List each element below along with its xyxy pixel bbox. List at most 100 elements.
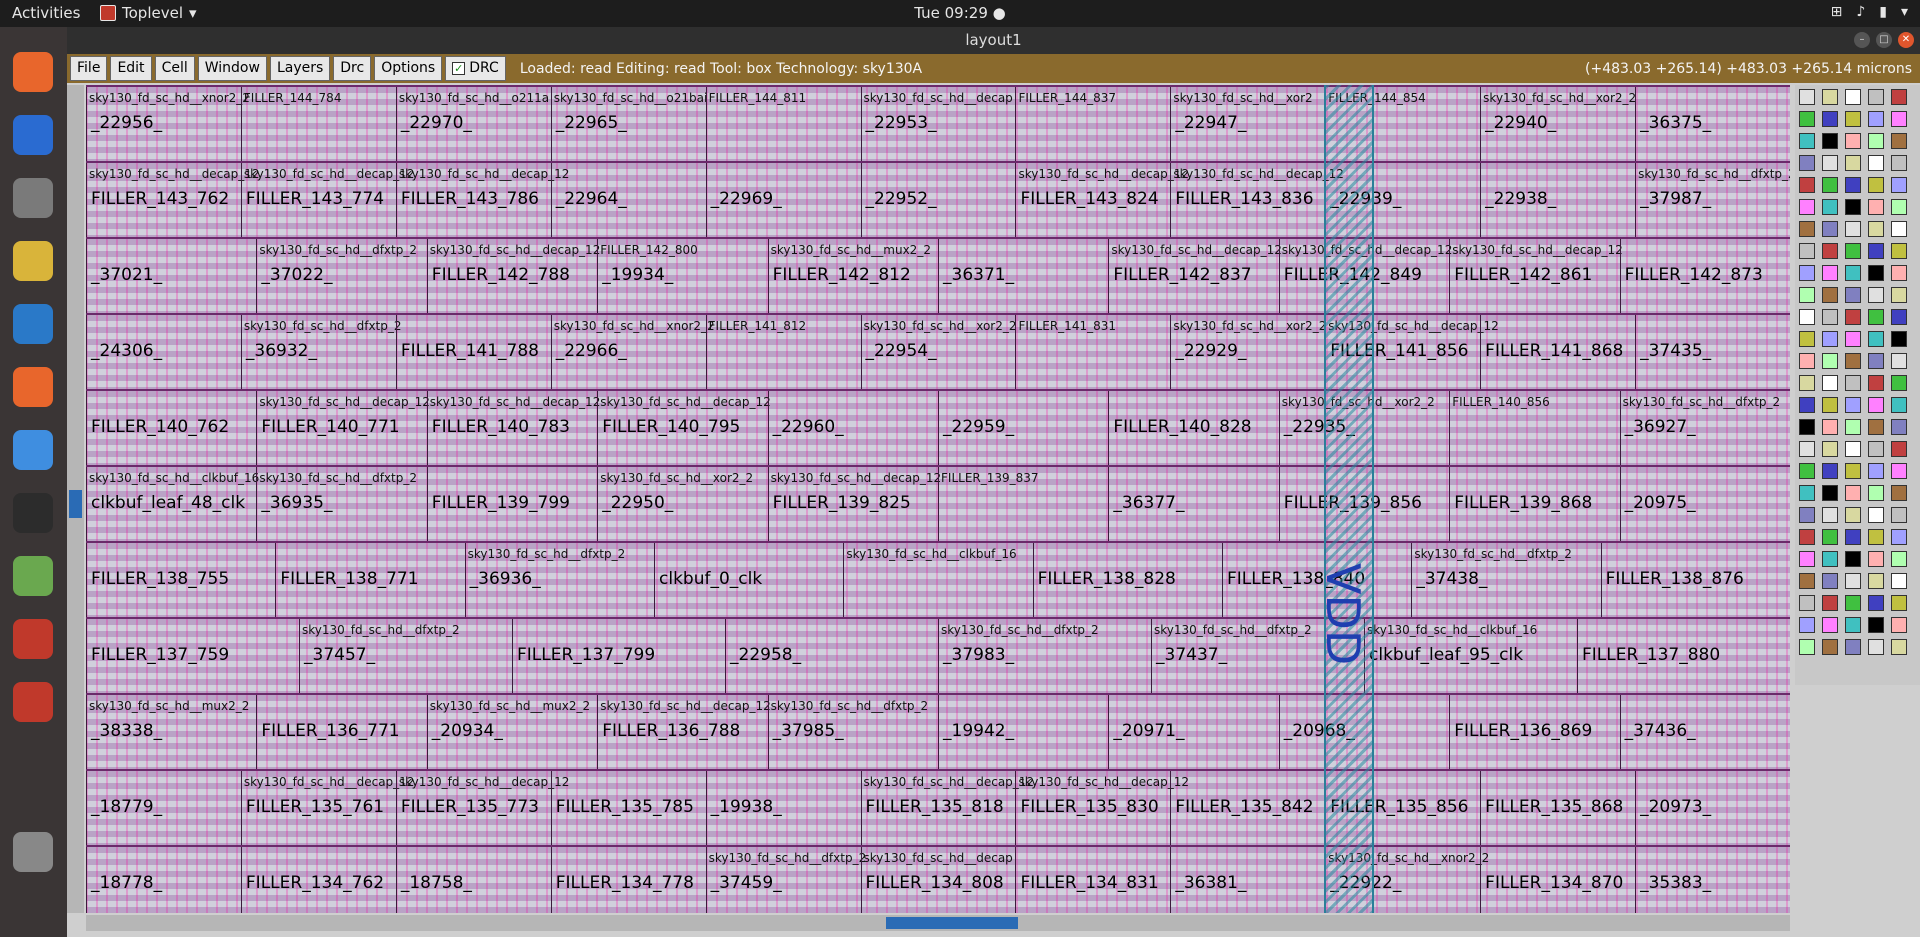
layer-swatch[interactable] [1868, 243, 1884, 259]
standard-cell[interactable]: _22959_ [938, 391, 1108, 469]
dock-item[interactable] [8, 425, 58, 475]
standard-cell[interactable]: FILLER_135_785 [550, 771, 706, 849]
layer-swatch[interactable] [1845, 155, 1861, 171]
standard-cell[interactable]: sky130_fd_sc_hd__decap _22953_ [860, 87, 1016, 165]
vertical-scroll-thumb[interactable] [69, 490, 82, 518]
layer-swatch[interactable] [1845, 375, 1861, 391]
layer-swatch[interactable] [1891, 639, 1907, 655]
standard-cell[interactable]: sky130_fd_sc_hd__decap_12 FILLER_140_795 [597, 391, 771, 469]
layer-swatch[interactable] [1822, 199, 1838, 215]
standard-cell[interactable]: sky130_fd_sc_hd__decap_12 FILLER_142_861 [1449, 239, 1623, 317]
drc-toggle[interactable]: ✓ DRC [445, 56, 506, 81]
layer-swatch[interactable] [1845, 573, 1861, 589]
layer-swatch[interactable] [1799, 177, 1815, 193]
layer-swatch[interactable] [1845, 331, 1861, 347]
standard-cell[interactable]: _19942_ [938, 695, 1108, 773]
dock-item[interactable] [8, 551, 58, 601]
standard-cell[interactable]: sky130_fd_sc_hd__xor2_2 _22950_ [597, 467, 767, 545]
standard-cell[interactable]: sky130_fd_sc_hd__decap_12 FILLER_135_830 [1015, 771, 1189, 849]
standard-cell[interactable]: FILLER_137_759 [86, 619, 299, 697]
layer-swatch[interactable] [1845, 397, 1861, 413]
layer-swatch[interactable] [1845, 287, 1861, 303]
standard-cell[interactable]: _22958_ [725, 619, 938, 697]
layer-swatch[interactable] [1845, 89, 1861, 105]
horizontal-scrollbar[interactable] [86, 915, 1790, 931]
layer-swatch[interactable] [1891, 397, 1907, 413]
standard-cell[interactable]: FILLER_136_771 [256, 695, 426, 773]
layer-swatch[interactable] [1891, 199, 1907, 215]
standard-cell[interactable]: sky130_fd_sc_hd__dfxtp_2 _37985_ [767, 695, 938, 773]
layer-swatch[interactable] [1891, 441, 1907, 457]
standard-cell[interactable]: _20971_ [1108, 695, 1278, 773]
standard-cell[interactable]: FILLER_141_868 [1480, 315, 1635, 393]
layer-swatch[interactable] [1845, 595, 1861, 611]
layer-swatch[interactable] [1891, 595, 1907, 611]
layer-swatch[interactable] [1868, 309, 1884, 325]
standard-cell[interactable]: FILLER_142_873 [1619, 239, 1790, 317]
layer-swatch[interactable] [1799, 419, 1815, 435]
menu-window[interactable]: Window [197, 56, 267, 81]
layer-swatch[interactable] [1822, 595, 1838, 611]
layer-swatch[interactable] [1822, 419, 1838, 435]
layer-swatch[interactable] [1868, 287, 1884, 303]
standard-cell[interactable]: _20973_ [1635, 771, 1790, 849]
layer-swatch[interactable] [1868, 133, 1884, 149]
layer-swatch[interactable] [1799, 309, 1815, 325]
menu-layers[interactable]: Layers [269, 56, 331, 81]
layer-swatch[interactable] [1891, 309, 1907, 325]
standard-cell[interactable]: sky130_fd_sc_hd__decap_12 FILLER_135_773 [395, 771, 569, 849]
standard-cell[interactable]: sky130_fd_sc_hd__xor2_2 _22954_ [860, 315, 1017, 393]
layer-swatch[interactable] [1822, 375, 1838, 391]
layer-swatch[interactable] [1891, 155, 1907, 171]
layer-swatch[interactable] [1845, 441, 1861, 457]
layer-swatch[interactable] [1868, 155, 1884, 171]
layer-swatch[interactable] [1868, 551, 1884, 567]
standard-cell[interactable]: FILLER_144_837 [1015, 87, 1170, 165]
layer-swatch[interactable] [1799, 573, 1815, 589]
layer-swatch[interactable] [1799, 639, 1815, 655]
window-titlebar[interactable]: layout1 – □ ✕ [67, 27, 1920, 54]
maximize-button[interactable]: □ [1876, 32, 1892, 48]
layer-swatch[interactable] [1822, 529, 1838, 545]
standard-cell[interactable]: sky130_fd_sc_hd__dfxtp_2 _37983_ [938, 619, 1151, 697]
layer-swatch[interactable] [1799, 485, 1815, 501]
standard-cell[interactable]: _35383_ [1635, 847, 1790, 913]
layer-swatch[interactable] [1891, 463, 1907, 479]
layer-swatch[interactable] [1845, 353, 1861, 369]
dock-item[interactable] [8, 677, 58, 727]
standard-cell[interactable]: _37436_ [1619, 695, 1790, 773]
layer-swatch[interactable] [1868, 265, 1884, 281]
layer-swatch[interactable] [1799, 397, 1815, 413]
standard-cell[interactable]: sky130_fd_sc_hd__xor2_2 _22929_ [1170, 315, 1326, 393]
layer-swatch[interactable] [1868, 177, 1884, 193]
layer-swatch[interactable] [1891, 529, 1907, 545]
layer-swatch[interactable] [1845, 617, 1861, 633]
layer-swatch[interactable] [1891, 617, 1907, 633]
standard-cell[interactable]: sky130_fd_sc_hd__decap_12 FILLER_142_788 [426, 239, 600, 317]
layer-swatch[interactable] [1822, 551, 1838, 567]
standard-cell[interactable]: sky130_fd_sc_hd__xor2 _22947_ [1170, 87, 1325, 165]
standard-cell[interactable]: _18779_ [86, 771, 241, 849]
standard-cell[interactable]: clkbuf_0_clk [654, 543, 843, 621]
standard-cell[interactable]: FILLER_134_778 [550, 847, 706, 913]
layer-swatch[interactable] [1868, 595, 1884, 611]
layer-swatch[interactable] [1822, 331, 1838, 347]
standard-cell[interactable]: _18758_ [395, 847, 551, 913]
layer-swatch[interactable] [1799, 353, 1815, 369]
layer-swatch[interactable] [1868, 573, 1884, 589]
layer-swatch[interactable] [1891, 551, 1907, 567]
standard-cell[interactable]: _18778_ [86, 847, 241, 913]
standard-cell[interactable]: _37021_ [86, 239, 256, 317]
layer-swatch[interactable] [1822, 221, 1838, 237]
layer-swatch[interactable] [1845, 243, 1861, 259]
layer-swatch[interactable] [1891, 177, 1907, 193]
layout-canvas[interactable]: sky130_fd_sc_hd__xnor2_2 _22956_ FILLER_14… [86, 85, 1790, 913]
layer-swatch[interactable] [1822, 441, 1838, 457]
layer-swatch[interactable] [1868, 617, 1884, 633]
dock-item[interactable] [8, 614, 58, 664]
layer-swatch[interactable] [1822, 507, 1838, 523]
minimize-button[interactable]: – [1854, 32, 1870, 48]
layer-swatch[interactable] [1799, 243, 1815, 259]
layer-swatch[interactable] [1868, 89, 1884, 105]
layer-swatch[interactable] [1891, 89, 1907, 105]
